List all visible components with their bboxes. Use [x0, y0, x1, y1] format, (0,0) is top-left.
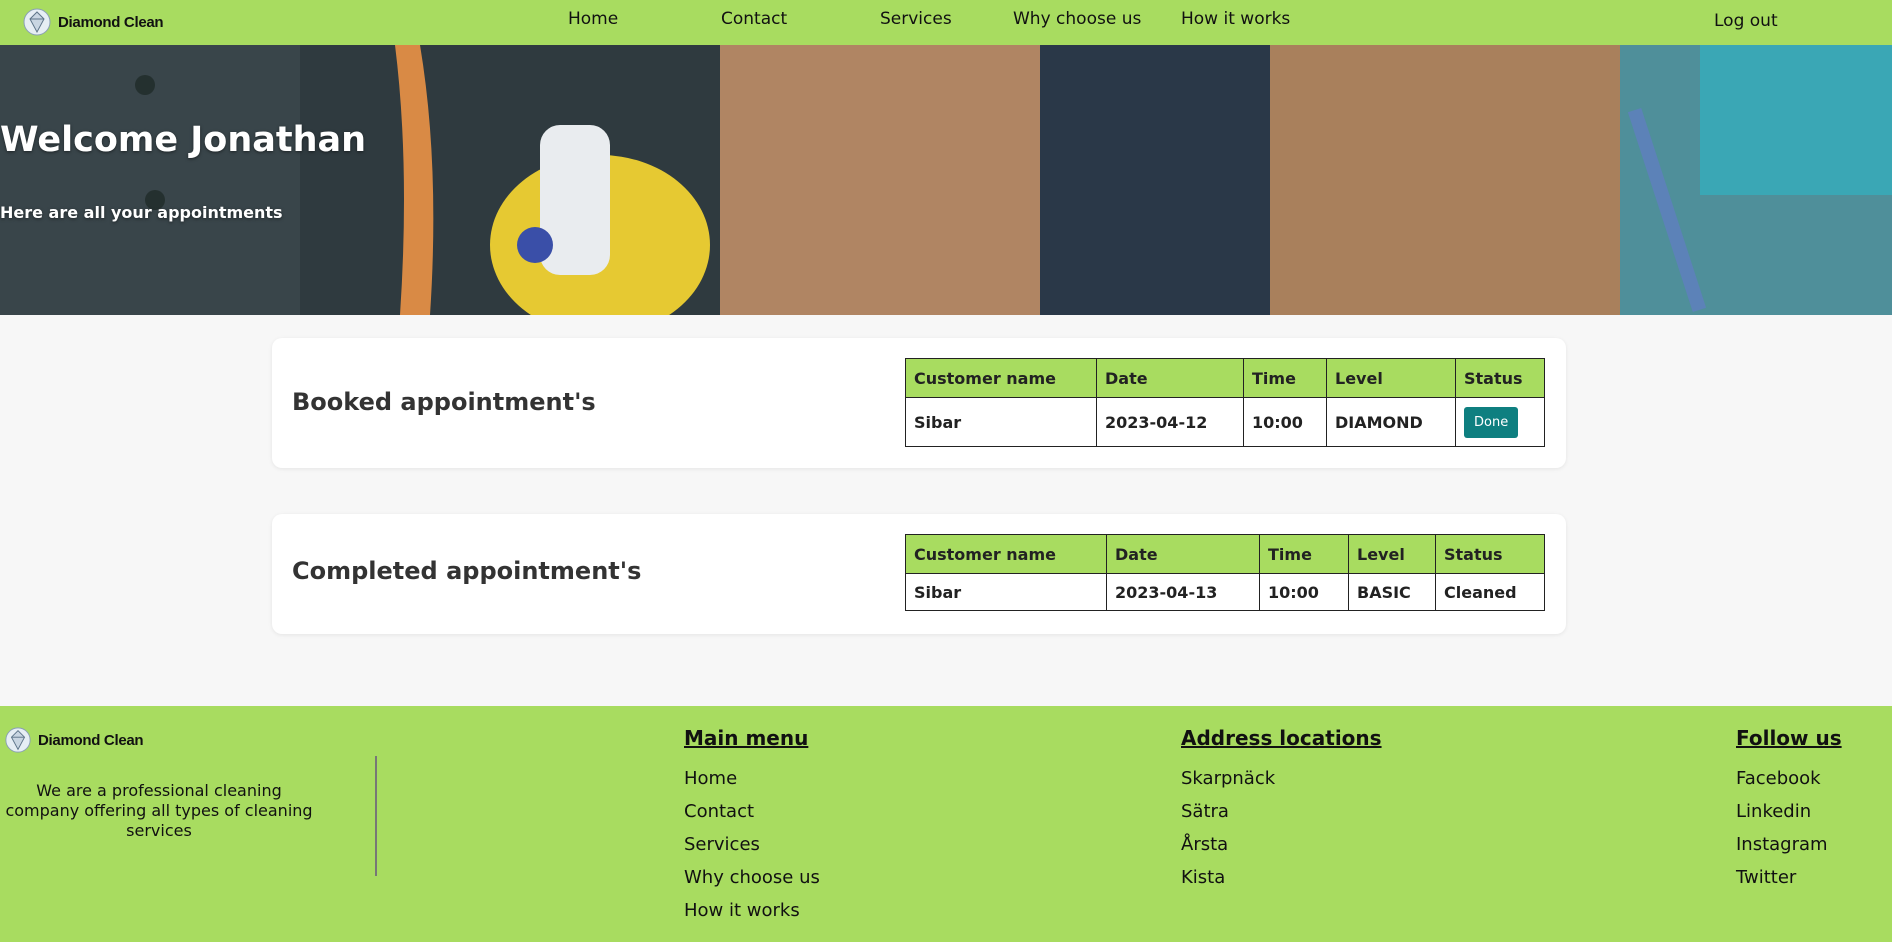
follow-facebook[interactable]: Facebook — [1736, 768, 1842, 801]
completed-appointments-card: Completed appointment's Customer name Da… — [272, 514, 1566, 634]
follow-twitter[interactable]: Twitter — [1736, 867, 1842, 900]
cell-date: 2023-04-13 — [1106, 573, 1260, 611]
header-status: Status — [1435, 534, 1545, 574]
done-button[interactable]: Done — [1464, 406, 1519, 438]
footer-address-locations: Address locations Skarpnäck Sätra Årsta … — [1181, 726, 1382, 900]
nav-how-it-works[interactable]: How it works — [1181, 9, 1290, 29]
diamond-logo-icon — [23, 8, 51, 36]
completed-title: Completed appointment's — [292, 557, 642, 585]
header-time: Time — [1243, 358, 1327, 398]
booked-header-row: Customer name Date Time Level Status — [905, 358, 1545, 398]
main-menu-title: Main menu — [684, 726, 809, 750]
follow-linkedin[interactable]: Linkedin — [1736, 801, 1842, 834]
navbar: Diamond Clean Home Contact Services Why … — [0, 0, 1892, 45]
logout-link[interactable]: Log out — [1714, 11, 1778, 31]
nav-home[interactable]: Home — [568, 9, 618, 29]
address-arsta[interactable]: Årsta — [1181, 834, 1382, 867]
footer-follow-us: Follow us Facebook Linkedin Instagram Tw… — [1736, 726, 1842, 900]
footer: Diamond Clean We are a professional clea… — [0, 706, 1892, 942]
hero-cleaning-photo — [0, 45, 1892, 315]
footer-link-how-it-works[interactable]: How it works — [684, 900, 820, 933]
cell-customer: Sibar — [905, 573, 1107, 611]
address-kista[interactable]: Kista — [1181, 867, 1382, 900]
header-level: Level — [1348, 534, 1436, 574]
cell-status: Done — [1455, 397, 1545, 447]
nav-why-choose-us[interactable]: Why choose us — [1013, 9, 1141, 29]
cell-level: DIAMOND — [1326, 397, 1456, 447]
hero-banner: Welcome Jonathan Here are all your appoi… — [0, 45, 1892, 315]
header-customer-name: Customer name — [905, 358, 1097, 398]
booked-table: Customer name Date Time Level Status Sib… — [905, 358, 1545, 447]
footer-link-contact[interactable]: Contact — [684, 801, 820, 834]
footer-brand-name: Diamond Clean — [38, 731, 144, 749]
nav-services[interactable]: Services — [880, 9, 952, 29]
completed-table: Customer name Date Time Level Status Sib… — [905, 534, 1545, 611]
footer-divider — [375, 756, 377, 876]
footer-link-why-choose-us[interactable]: Why choose us — [684, 867, 820, 900]
footer-brand[interactable]: Diamond Clean — [4, 724, 144, 756]
booked-appointments-card: Booked appointment's Customer name Date … — [272, 338, 1566, 468]
header-date: Date — [1106, 534, 1260, 574]
booked-title: Booked appointment's — [292, 388, 596, 416]
header-status: Status — [1455, 358, 1545, 398]
welcome-subtitle: Here are all your appointments — [0, 203, 283, 222]
footer-description: We are a professional cleaning company o… — [5, 781, 313, 840]
table-row: Sibar 2023-04-12 10:00 DIAMOND Done — [905, 397, 1545, 447]
address-skarpnack[interactable]: Skarpnäck — [1181, 768, 1382, 801]
welcome-heading: Welcome Jonathan — [0, 120, 367, 160]
address-locations-title: Address locations — [1181, 726, 1382, 750]
cell-customer: Sibar — [905, 397, 1097, 447]
footer-link-home[interactable]: Home — [684, 768, 820, 801]
brand-name: Diamond Clean — [58, 13, 164, 31]
follow-instagram[interactable]: Instagram — [1736, 834, 1842, 867]
brand[interactable]: Diamond Clean — [22, 3, 164, 41]
footer-main-menu: Main menu Home Contact Services Why choo… — [684, 726, 820, 933]
header-time: Time — [1259, 534, 1349, 574]
address-satra[interactable]: Sätra — [1181, 801, 1382, 834]
cell-status: Cleaned — [1435, 573, 1545, 611]
follow-us-title: Follow us — [1736, 726, 1842, 750]
nav-contact[interactable]: Contact — [721, 9, 787, 29]
cell-date: 2023-04-12 — [1096, 397, 1244, 447]
header-date: Date — [1096, 358, 1244, 398]
header-customer-name: Customer name — [905, 534, 1107, 574]
header-level: Level — [1326, 358, 1456, 398]
cell-level: BASIC — [1348, 573, 1436, 611]
cell-time: 10:00 — [1259, 573, 1349, 611]
footer-link-services[interactable]: Services — [684, 834, 820, 867]
cell-time: 10:00 — [1243, 397, 1327, 447]
table-row: Sibar 2023-04-13 10:00 BASIC Cleaned — [905, 573, 1545, 611]
completed-header-row: Customer name Date Time Level Status — [905, 534, 1545, 574]
diamond-logo-icon — [5, 727, 31, 753]
